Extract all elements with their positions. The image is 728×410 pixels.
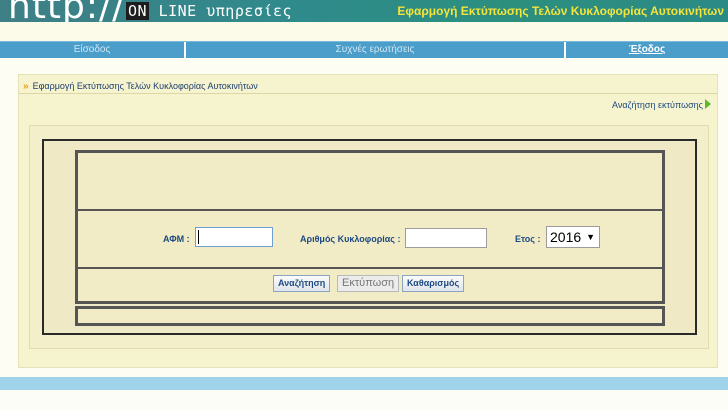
year-label: Ετος : (515, 234, 541, 244)
app-title: Εφαρμογή Εκτύπωσης Τελών Κυκλοφορίας Αυτ… (397, 4, 724, 18)
nav-login[interactable]: Είσοδος (0, 42, 186, 58)
nav-bar: Είσοδος Συχνές ερωτήσεις Έξοδος (0, 41, 728, 58)
panel-buttons: Αναζήτηση Εκτύπωση Καθαρισμός (78, 269, 662, 298)
nav-faq[interactable]: Συχνές ερωτήσεις (186, 42, 566, 58)
panel-header-empty (78, 153, 662, 211)
form-frame: ΑΦΜ : Αριθμός Κυκλοφορίας : Ετος : 2016 … (42, 139, 697, 335)
form-panel: ΑΦΜ : Αριθμός Κυκλοφορίας : Ετος : 2016 … (75, 150, 665, 304)
footer-space (0, 390, 728, 410)
form-area: ΑΦΜ : Αριθμός Κυκλοφορίας : Ετος : 2016 … (29, 125, 709, 349)
plate-input[interactable] (405, 228, 487, 248)
afm-label: ΑΦΜ : (163, 234, 190, 244)
panel-fields: ΑΦΜ : Αριθμός Κυκλοφορίας : Ετος : 2016 … (78, 211, 662, 269)
breadcrumb-divider (19, 93, 717, 94)
search-print-link-label[interactable]: Αναζήτηση εκτύπωσης (612, 100, 703, 110)
search-button[interactable]: Αναζήτηση (273, 275, 331, 292)
logo-on: ON (126, 2, 150, 20)
header-strip (0, 22, 728, 41)
clear-button[interactable]: Καθαρισμός (402, 275, 465, 292)
breadcrumb: » Εφαρμογή Εκτύπωσης Τελών Κυκλοφορίας Αυ… (23, 81, 258, 92)
plate-label: Αριθμός Κυκλοφορίας : (300, 234, 401, 244)
dropdown-arrow-icon: ▼ (586, 232, 595, 242)
breadcrumb-text: Εφαρμογή Εκτύπωσης Τελών Κυκλοφορίας Αυτ… (32, 81, 258, 91)
year-select-value: 2016 (550, 229, 582, 245)
header-banner: http:// ON LINE υπηρεσίες Εφαρμογή Εκτύπ… (0, 0, 728, 22)
year-select[interactable]: 2016 ▼ (546, 226, 600, 248)
play-arrow-icon (705, 99, 711, 109)
panel-footer-bar (75, 306, 665, 326)
logo-online-text: ON LINE υπηρεσίες (126, 2, 292, 20)
print-button[interactable]: Εκτύπωση (337, 275, 400, 292)
logo-http-text: http:// (8, 0, 126, 22)
nav-logout[interactable]: Έξοδος (566, 42, 728, 58)
text-caret (198, 230, 199, 244)
search-print-link[interactable]: Αναζήτηση εκτύπωσης (612, 99, 711, 110)
logo-line-services: LINE υπηρεσίες (149, 2, 293, 20)
main-container: » Εφαρμογή Εκτύπωσης Τελών Κυκλοφορίας Αυ… (18, 74, 718, 368)
afm-input[interactable] (195, 227, 273, 247)
double-chevron-icon: » (23, 81, 29, 92)
footer-bar (0, 377, 728, 390)
